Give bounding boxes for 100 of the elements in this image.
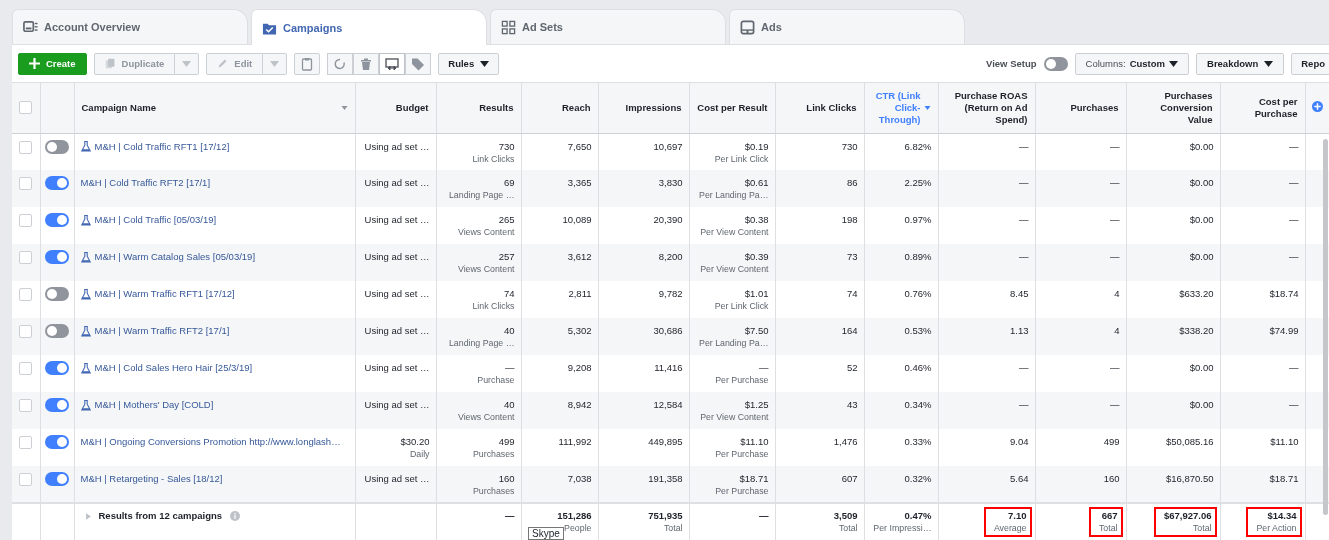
cell-value: 7,038: [567, 473, 592, 485]
cell-caption: Total: [837, 523, 858, 534]
cell-value: 5,302: [567, 325, 592, 337]
table-row[interactable]: M&H | Warm Traffic RFT1 [17/12] Using ad set … 74 Link Clicks 2,811 9,782 $1.01 Per Link Click 74 0.76% 8.45 4 $633.20 $18.74: [12, 281, 1329, 318]
table-row[interactable]: M&H | Cold Traffic RFT2 [17/1] Using ad set … 69 Landing Page … 3,365 3,830 $0.61 Per Landing Pa… 86 2.25% — — $0.00 —: [12, 170, 1329, 207]
toggle-switch[interactable]: [45, 361, 69, 375]
toggle-switch[interactable]: [1043, 56, 1068, 71]
campaign-name-link[interactable]: M&H | Cold Traffic [05/03/19]: [94, 214, 217, 226]
toggle-switch[interactable]: [45, 435, 69, 449]
cell-caption: Total: [1191, 523, 1212, 534]
cell-caption: Views Content: [456, 227, 515, 238]
create-button[interactable]: Create: [18, 52, 87, 75]
table-row[interactable]: M&H | Warm Traffic RFT2 [17/1] Using ad set … 40 Landing Page … 5,302 30,686 $7.50 Per Landing Pa… 164 0.53% 1.13 4 $338.20 $74.99: [12, 318, 1329, 355]
checkbox[interactable]: [19, 288, 33, 301]
cell-value: 11,416: [654, 362, 683, 374]
campaign-name-link[interactable]: M&H | Ongoing Conversions Promotion http://www.longlash…: [80, 436, 341, 448]
table-row[interactable]: M&H | Cold Traffic [05/03/19] Using ad set … 265 Views Content 10,089 20,390 $0.38 Per View Content 198 0.97% — — $0.00 —: [12, 207, 1329, 244]
column-header[interactable]: Reach: [562, 101, 591, 114]
checkbox[interactable]: [19, 436, 33, 449]
table-row[interactable]: M&H | Cold Traffic RFT1 [17/12] Using ad set … 730 Link Clicks 7,650 10,697 $0.19 Per Link Click 730 6.82% — — $0.00 —: [12, 133, 1329, 170]
campaign-name-link[interactable]: M&H | Warm Traffic RFT1 [17/12]: [94, 288, 235, 300]
swap-button[interactable]: [379, 52, 406, 75]
cell-value: —: [505, 362, 515, 374]
checkbox[interactable]: [19, 251, 33, 264]
campaign-name-link[interactable]: M&H | Cold Traffic RFT2 [17/1]: [80, 177, 211, 189]
table-row[interactable]: M&H | Cold Sales Hero Hair [25/3/19] Using ad set … — Purchase 9,208 11,416 — Per Purchase 52 0.46% — — $0.00 —: [12, 355, 1329, 392]
cell-value: 0.32%: [904, 473, 932, 485]
caret-icon: [270, 60, 280, 67]
scrollbar[interactable]: [1323, 139, 1328, 515]
column-header[interactable]: Purchases: [1070, 101, 1119, 114]
column-header[interactable]: Link Clicks: [806, 101, 857, 114]
cell-value: $0.19: [744, 140, 769, 153]
campaign-name-link[interactable]: M&H | Mothers' Day [COLD]: [94, 399, 214, 411]
cell-caption: Views Content: [456, 412, 515, 423]
summary-label: Results from 12 campaigns: [98, 510, 223, 522]
cell-value: —: [1019, 140, 1029, 153]
cell-value: —: [505, 510, 515, 522]
checkbox[interactable]: [19, 362, 33, 375]
checkbox[interactable]: [19, 177, 33, 190]
tag-icon: [411, 56, 426, 71]
cell-caption: Link Clicks: [471, 153, 515, 165]
cell-value: —: [1110, 399, 1120, 411]
tab[interactable]: Ads: [729, 9, 965, 44]
toggle-switch[interactable]: [45, 176, 69, 190]
cell-value: 3,612: [567, 251, 592, 263]
table-row[interactable]: M&H | Mothers' Day [COLD] Using ad set … 40 Views Content 8,942 12,584 $1.25 Per View Content 43 0.34% — — $0.00 —: [12, 392, 1329, 429]
toggle-switch[interactable]: [45, 213, 69, 227]
checkbox[interactable]: [19, 214, 33, 227]
report-button[interactable]: Repo: [1291, 52, 1329, 75]
cell-value: 9,208: [567, 362, 592, 374]
cell-value: $1.25: [744, 399, 769, 411]
toggle-switch[interactable]: [45, 139, 69, 154]
cell-caption: Purchases: [471, 449, 515, 460]
cell-value: —: [1019, 214, 1029, 226]
cell-caption: Views Content: [456, 264, 515, 275]
campaign-name-link[interactable]: M&H | Warm Catalog Sales [05/03/19]: [94, 251, 256, 263]
tab[interactable]: Account Overview: [12, 9, 248, 44]
cell-value: $11.10: [1270, 436, 1299, 448]
toggle-switch[interactable]: [45, 398, 69, 412]
toggle-switch[interactable]: [45, 324, 69, 338]
trash-icon: [359, 56, 374, 71]
column-header[interactable]: Impressions: [625, 101, 682, 114]
column-header[interactable]: Budget: [395, 101, 429, 114]
dropdown-button[interactable]: [175, 52, 200, 75]
cell-value: —: [1019, 399, 1029, 411]
rules-button[interactable]: Rules: [438, 52, 500, 75]
tab[interactable]: Campaigns: [251, 9, 487, 46]
cell-value: —: [1289, 140, 1299, 153]
table-row[interactable]: M&H | Warm Catalog Sales [05/03/19] Using ad set … 257 Views Content 3,612 8,200 $0.39 Per View Content 73 0.89% — — $0.00 —: [12, 244, 1329, 281]
campaign-name-link[interactable]: M&H | Cold Traffic RFT1 [17/12]: [94, 140, 230, 153]
checkbox[interactable]: [19, 325, 33, 338]
toggle-switch[interactable]: [45, 472, 69, 486]
column-header[interactable]: Results: [479, 101, 514, 114]
cell-value: Using ad set …: [364, 214, 430, 226]
checkbox[interactable]: [19, 140, 33, 154]
toggle-switch[interactable]: [45, 250, 69, 264]
tooltip: Skype: [528, 527, 564, 540]
cell-value: —: [1110, 177, 1120, 189]
tab[interactable]: Ad Sets: [490, 9, 726, 44]
cell-caption: Purchase: [476, 375, 515, 386]
cell-value: Using ad set …: [364, 140, 430, 153]
view-setup-label: View Setup: [986, 58, 1037, 69]
toggle-switch[interactable]: [45, 287, 69, 301]
cell-value: 1.13: [1010, 325, 1029, 337]
cell-value: 73: [846, 251, 858, 263]
column-header[interactable]: Campaign Name: [81, 101, 156, 114]
campaign-name-link[interactable]: M&H | Warm Traffic RFT2 [17/1]: [94, 325, 230, 337]
table-row[interactable]: M&H | Retargeting - Sales [18/12] Using ad set … 160 Purchases 7,038 191,358 $18.71 Per Purchase 607 0.32% 5.64 160 $16,870.50 $18.71: [12, 466, 1329, 503]
breakdown-button[interactable]: Breakdown: [1196, 52, 1285, 75]
table-row[interactable]: M&H | Ongoing Conversions Promotion http://www.longlash… $30.20 Daily 499 Purchases 111,992 449,895 $11.10 Per Purchase 1,476 0.33% 9.04 499 $50,085.16 $11.10: [12, 429, 1329, 466]
campaign-name-link[interactable]: M&H | Retargeting - Sales [18/12]: [80, 473, 223, 485]
cell-caption: Landing Page …: [447, 338, 515, 349]
checkbox[interactable]: [19, 101, 33, 115]
campaign-name-link[interactable]: M&H | Cold Sales Hero Hair [25/3/19]: [94, 362, 253, 374]
dropdown-button[interactable]: [263, 52, 288, 75]
checkbox[interactable]: [19, 399, 33, 412]
checkbox[interactable]: [19, 473, 33, 486]
columns-button[interactable]: Columns: Custom: [1074, 52, 1190, 75]
cell-value: $7.50: [744, 325, 769, 337]
cell-caption: Daily: [408, 449, 430, 460]
